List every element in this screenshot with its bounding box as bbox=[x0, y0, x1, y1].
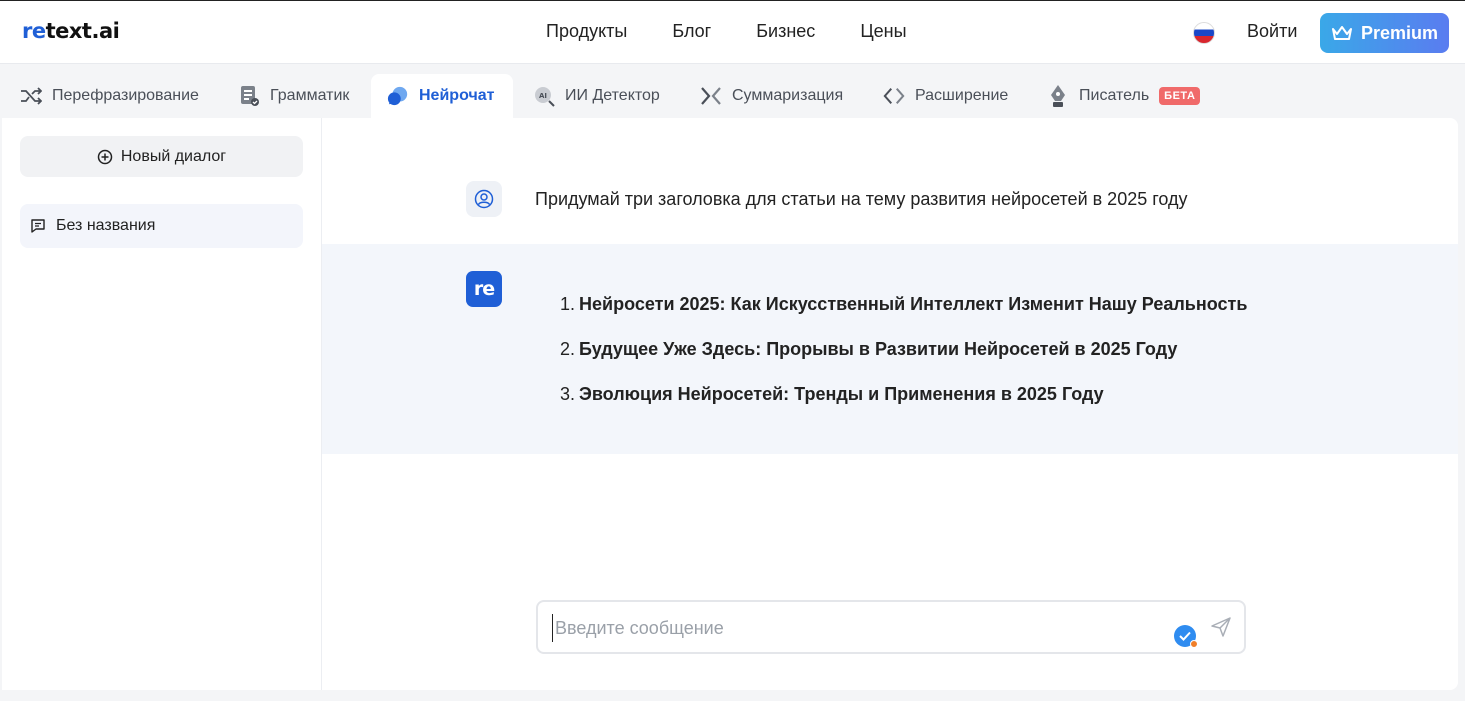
chat-bubbles-icon bbox=[387, 85, 409, 107]
expand-arrows-icon bbox=[883, 85, 905, 107]
user-message: Придумай три заголовка для статьи на тем… bbox=[322, 118, 1458, 244]
tool-tabs: Перефразирование Грамматик Нейрочат AI И… bbox=[0, 64, 1465, 118]
plus-circle-icon bbox=[97, 149, 113, 164]
tab-paraphrase[interactable]: Перефразирование bbox=[4, 74, 215, 118]
list-item: 1. Нейросети 2025: Как Искусственный Инте… bbox=[560, 294, 1247, 339]
item-title: Нейросети 2025: Как Искусственный Интелл… bbox=[579, 294, 1248, 314]
nav-business[interactable]: Бизнес bbox=[756, 21, 815, 42]
top-header: retext.ai Продукты Блог Бизнес Цены Войт… bbox=[0, 1, 1465, 64]
beta-badge: БЕТА bbox=[1159, 87, 1201, 105]
tab-label: Суммаризация bbox=[732, 87, 844, 104]
user-message-text: Придумай три заголовка для статьи на тем… bbox=[535, 189, 1188, 209]
tab-label: Перефразирование bbox=[52, 87, 199, 104]
svg-text:AI: AI bbox=[539, 92, 547, 100]
tab-label: Грамматик bbox=[270, 87, 350, 104]
status-dot bbox=[1190, 640, 1198, 648]
tab-grammar[interactable]: Грамматик bbox=[222, 74, 365, 118]
crown-icon bbox=[1331, 26, 1352, 40]
ai-magnifier-icon: AI bbox=[533, 85, 555, 107]
chat-sidebar: Новый диалог Без названия bbox=[2, 118, 322, 690]
nav-blog[interactable]: Блог bbox=[672, 21, 711, 42]
logo-suffix: text.ai bbox=[45, 19, 120, 43]
tab-summarize[interactable]: Суммаризация bbox=[684, 74, 859, 118]
list-item: 2. Будущее Уже Здесь: Прорывы в Развитии … bbox=[560, 339, 1247, 384]
logo[interactable]: retext.ai bbox=[22, 19, 120, 43]
tab-label: Расширение bbox=[915, 87, 1009, 104]
user-avatar-icon bbox=[466, 181, 502, 217]
login-link[interactable]: Войти bbox=[1247, 21, 1297, 42]
new-dialog-label: Новый диалог bbox=[120, 147, 227, 165]
item-number: 3. bbox=[560, 384, 576, 404]
bot-message: re 1. Нейросети 2025: Как Искусственный И… bbox=[322, 244, 1458, 454]
document-check-icon bbox=[238, 85, 260, 107]
nav-products[interactable]: Продукты bbox=[546, 21, 627, 42]
chat-title: Без названия bbox=[56, 217, 156, 234]
item-number: 1. bbox=[560, 294, 576, 314]
language-flag-icon[interactable] bbox=[1193, 22, 1215, 44]
collapse-arrows-icon bbox=[700, 85, 722, 107]
premium-label: Premium bbox=[1360, 22, 1439, 43]
message-icon bbox=[31, 219, 45, 233]
message-input[interactable] bbox=[552, 614, 1152, 642]
tab-ai-detector[interactable]: AI ИИ Детектор bbox=[517, 74, 676, 118]
tab-label: ИИ Детектор bbox=[565, 87, 660, 104]
spellcheck-icon[interactable] bbox=[1174, 625, 1198, 648]
item-title: Будущее Уже Здесь: Прорывы в Развитии Не… bbox=[579, 339, 1178, 359]
send-icon[interactable] bbox=[1210, 616, 1232, 638]
list-item: 3. Эволюция Нейросетей: Тренды и Применен… bbox=[560, 384, 1247, 429]
pen-nib-icon bbox=[1047, 85, 1069, 107]
tab-expand[interactable]: Расширение bbox=[867, 74, 1024, 118]
shuffle-icon bbox=[20, 85, 42, 107]
tab-label: Писатель bbox=[1079, 87, 1150, 104]
tab-writer[interactable]: Писатель БЕТА bbox=[1031, 74, 1216, 118]
bot-avatar: re bbox=[466, 271, 502, 307]
message-composer bbox=[536, 600, 1246, 654]
nav-prices[interactable]: Цены bbox=[860, 21, 906, 42]
tab-neurochat[interactable]: Нейрочат bbox=[371, 74, 513, 118]
item-number: 2. bbox=[560, 339, 576, 359]
premium-button[interactable]: Premium bbox=[1320, 13, 1449, 53]
tab-label: Нейрочат bbox=[419, 87, 495, 104]
main-nav: Продукты Блог Бизнес Цены bbox=[546, 21, 952, 42]
chat-list-item[interactable]: Без названия bbox=[20, 204, 303, 248]
answer-list: 1. Нейросети 2025: Как Искусственный Инте… bbox=[560, 294, 1247, 429]
item-title: Эволюция Нейросетей: Тренды и Применения… bbox=[579, 384, 1104, 404]
logo-prefix: re bbox=[22, 19, 46, 43]
conversation-area: Придумай три заголовка для статьи на тем… bbox=[322, 118, 1458, 690]
new-dialog-button[interactable]: Новый диалог bbox=[20, 136, 303, 177]
